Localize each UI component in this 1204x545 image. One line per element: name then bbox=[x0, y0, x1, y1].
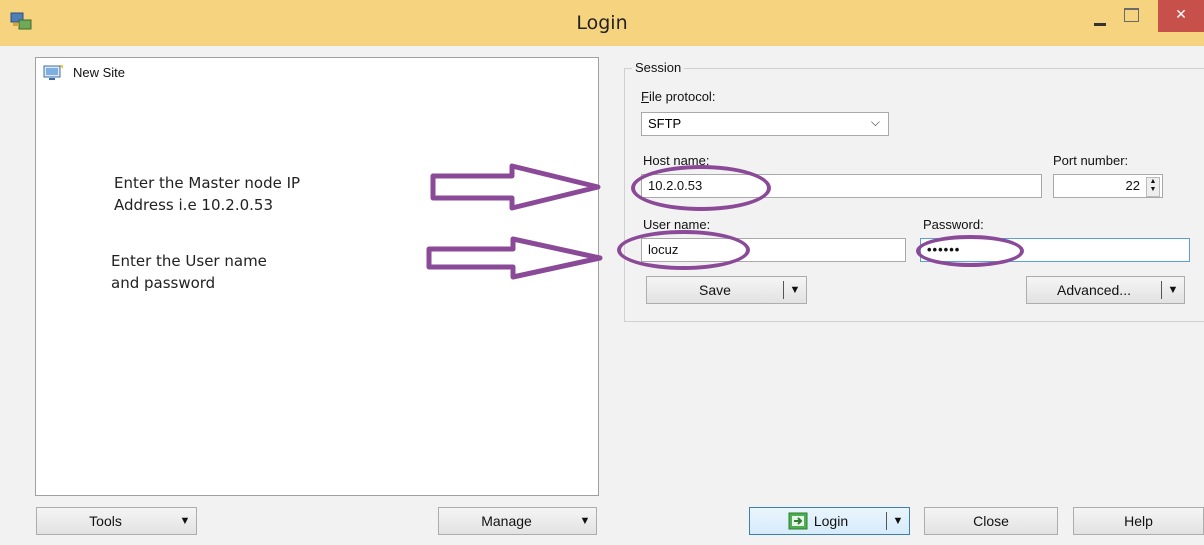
close-button[interactable]: Close bbox=[924, 507, 1058, 535]
chevron-down-icon: ▼ bbox=[179, 515, 191, 527]
help-button[interactable]: Help bbox=[1073, 507, 1204, 535]
advanced-button[interactable]: Advanced... ▼ bbox=[1026, 276, 1185, 304]
help-button-label: Help bbox=[1124, 513, 1153, 529]
port-spinner[interactable]: ▲ ▼ bbox=[1146, 177, 1160, 197]
login-button-label: Login bbox=[813, 513, 849, 529]
file-protocol-label: File protocol: bbox=[641, 89, 716, 104]
chevron-down-icon[interactable]: ▼ bbox=[1162, 277, 1184, 303]
port-number-label: Port number: bbox=[1053, 153, 1129, 168]
arrow-to-credentials bbox=[426, 236, 603, 280]
highlight-password bbox=[916, 235, 1024, 267]
file-protocol-value: SFTP bbox=[648, 116, 682, 131]
highlight-host bbox=[631, 165, 771, 211]
manage-button-label: Manage bbox=[481, 513, 532, 529]
login-icon bbox=[788, 512, 808, 530]
manage-button[interactable]: Manage ▼ bbox=[438, 507, 597, 535]
tools-button[interactable]: Tools ▼ bbox=[36, 507, 197, 535]
tools-button-label: Tools bbox=[89, 513, 122, 529]
chevron-down-icon[interactable]: ▼ bbox=[887, 508, 909, 534]
chevron-down-icon[interactable]: ▼ bbox=[784, 277, 806, 303]
arrow-to-host bbox=[430, 163, 601, 211]
port-number-input[interactable]: 22 ▲ ▼ bbox=[1053, 174, 1163, 198]
chevron-down-icon: ⌵ bbox=[870, 115, 880, 129]
chevron-down-icon: ▼ bbox=[579, 515, 591, 527]
highlight-user bbox=[617, 230, 750, 270]
session-group-label: Session bbox=[632, 60, 685, 75]
close-button-label: Close bbox=[973, 513, 1009, 529]
file-protocol-select[interactable]: SFTP ⌵ bbox=[641, 112, 889, 136]
password-label: Password: bbox=[923, 217, 984, 232]
save-button[interactable]: Save ▼ bbox=[646, 276, 807, 304]
login-button[interactable]: Login ▼ bbox=[749, 507, 910, 535]
login-button-content: Login bbox=[750, 512, 886, 530]
port-number-value: 22 bbox=[1125, 178, 1140, 193]
advanced-button-label: Advanced... bbox=[1057, 282, 1131, 298]
login-window: Login ✕ New Site Enter the Master node I… bbox=[0, 0, 1204, 545]
save-button-label: Save bbox=[699, 282, 731, 298]
